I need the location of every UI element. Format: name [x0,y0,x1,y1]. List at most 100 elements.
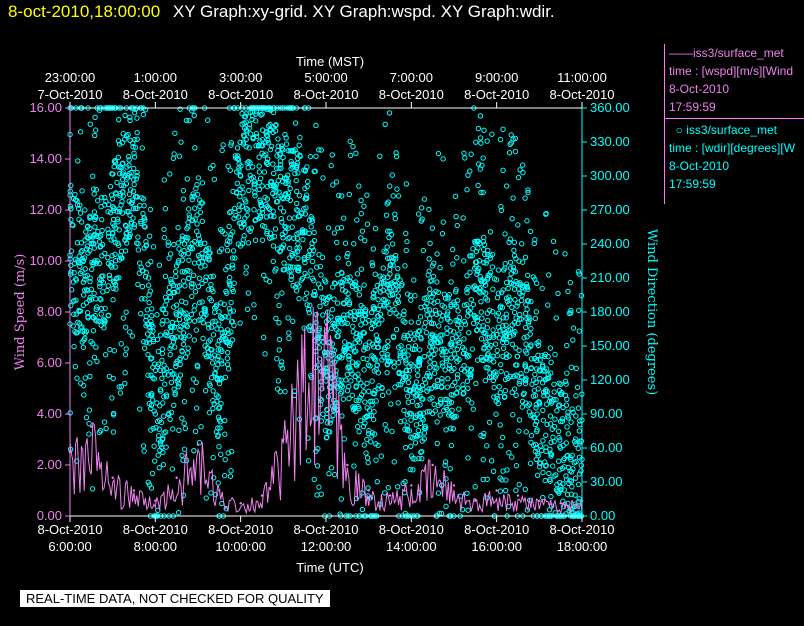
wdir-point [444,325,450,331]
wdir-point [241,233,247,239]
wdir-point [139,296,145,302]
wdir-point [74,375,80,381]
wdir-point [372,225,379,232]
wspd-point [410,484,413,487]
wdir-point [395,293,401,299]
wdir-point [404,238,410,245]
disclaimer-banner: REAL-TIME DATA, NOT CHECKED FOR QUALITY [20,590,330,607]
wdir-point [206,409,213,416]
wdir-point [564,396,570,403]
wdir-point [455,385,461,391]
wdir-point [448,355,454,361]
wdir-point [385,338,391,344]
wdir-point [358,210,365,217]
wdir-point [509,215,515,222]
wdir-point [515,222,521,228]
wdir-point [358,322,364,328]
wdir-point [320,175,326,181]
wdir-point [408,297,414,303]
wdir-point [502,387,508,394]
wdir-point [160,461,167,468]
wdir-point [342,339,348,345]
wdir-point [122,370,128,376]
right-tick-label: 120.00 [590,372,630,387]
wdir-point [215,480,221,486]
wdir-point [475,182,481,189]
left-tick-label: 4.00 [37,406,62,421]
wdir-point [318,272,324,278]
wdir-point [409,398,416,405]
wdir-point [578,292,585,299]
wdir-point [390,193,396,199]
wdir-point [415,372,421,379]
wdir-point [91,354,98,360]
wdir-point [83,300,90,306]
wdir-point [448,347,454,354]
wdir-point [166,255,172,261]
wdir-point [528,325,534,332]
wdir-point [159,346,166,352]
wdir-point [389,241,396,247]
wdir-point [354,217,360,223]
wdir-point [490,327,496,333]
wdir-point [141,202,147,209]
wdir-point [405,399,411,405]
wdir-point [161,381,168,387]
wdir-point [135,247,142,253]
wdir-point [497,422,503,428]
wdir-point [311,476,317,483]
wdir-point [228,299,234,306]
wdir-point [180,278,187,284]
wdir-point [135,281,141,288]
wdir-point [346,395,352,402]
wdir-point [378,453,385,459]
wdir-point [163,310,169,317]
wdir-point [120,315,127,321]
wdir-point [439,360,445,366]
wdir-point [245,240,252,246]
wdir-point [291,215,297,221]
wdir-point [176,153,183,159]
wdir-point [414,367,420,373]
wdir-point [575,481,582,488]
wdir-point [373,332,380,338]
wdir-point [92,127,99,133]
wdir-point [251,207,257,213]
wdir-point [228,468,234,474]
wdir-point [106,272,113,279]
wdir-point [497,136,504,143]
wdir-point [197,209,204,215]
wdir-point [297,134,303,141]
wdir-point [423,329,430,336]
wdir-point [200,320,207,326]
wdir-point [77,210,84,216]
wdir-point [295,240,301,247]
wdir-point [261,169,268,175]
wdir-point [522,324,529,331]
top-tick-date: 8-Oct-2010 [208,87,273,102]
wdir-point [230,248,237,254]
wdir-point [92,114,98,121]
wdir-point [532,315,539,322]
wdir-point [576,307,582,314]
wdir-point [163,444,169,450]
legend-wspd-date: 8-Oct-2010 [669,82,730,96]
wdir-point [495,267,502,273]
wdir-point [547,413,554,419]
wdir-point [369,378,375,384]
top-tick-time: 3:00:00 [219,70,262,85]
wdir-point [533,309,539,315]
wdir-point [253,130,260,137]
wdir-point [448,279,454,285]
wdir-point [244,306,251,312]
wdir-point [117,390,124,396]
wdir-point [524,334,530,340]
wdir-point [145,351,151,358]
wdir-point [282,388,288,395]
wdir-point [523,367,530,374]
wdir-point [468,425,474,431]
wspd-point [388,494,392,497]
wdir-point [494,347,500,354]
wdir-point [234,145,241,151]
wdir-point [359,316,366,323]
